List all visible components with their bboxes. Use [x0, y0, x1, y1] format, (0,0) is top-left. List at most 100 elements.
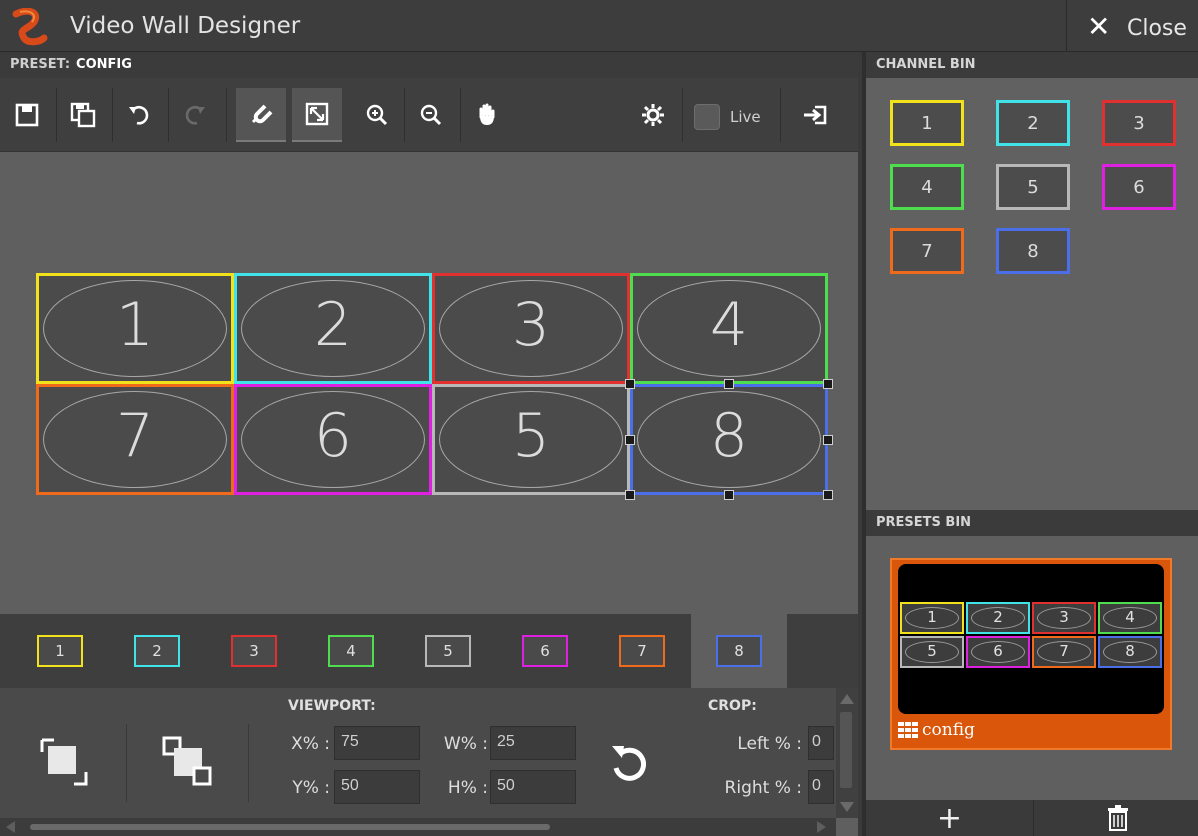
wall-canvas[interactable]: 1 2 3 4 7 6 5 8	[0, 153, 858, 614]
viewport-title: VIEWPORT:	[288, 698, 376, 714]
designer-pane: PRESET: CONFIG Live 1 2 3 4 7 6 5 8 1 2 …	[0, 52, 858, 836]
x-percent-input[interactable]: 75	[334, 726, 420, 760]
wall-screen-1[interactable]: 1	[36, 273, 234, 384]
scroll-thumb[interactable]	[840, 712, 852, 788]
controls-vertical-scrollbar[interactable]	[836, 688, 858, 818]
zoom-out-button[interactable]	[406, 88, 456, 142]
resize-handle[interactable]	[823, 490, 833, 500]
settings-button[interactable]	[628, 88, 678, 142]
channel-tab-label: 5	[425, 635, 471, 667]
mini-number: 7	[1059, 642, 1069, 660]
delete-preset-button[interactable]	[1034, 800, 1198, 836]
resize-handle[interactable]	[724, 379, 734, 389]
horizontal-scrollbar[interactable]	[0, 818, 836, 836]
add-preset-button[interactable]: +	[866, 800, 1034, 836]
channel-tab-6[interactable]: 6	[497, 614, 593, 688]
h-percent-label: H% :	[447, 778, 488, 798]
wall-screen-3[interactable]: 3	[432, 273, 630, 384]
preset-mini-screen-1: 1	[900, 602, 964, 634]
h-percent-input[interactable]: 50	[490, 770, 576, 804]
screen-number: 7	[115, 401, 155, 471]
preset-card-name: config	[922, 720, 975, 740]
channel-tab-8[interactable]: 8	[691, 614, 787, 688]
wall-screen-5[interactable]: 5	[432, 384, 630, 495]
scroll-up-icon[interactable]	[840, 694, 854, 704]
resize-handle[interactable]	[724, 490, 734, 500]
y-percent-input[interactable]: 50	[334, 770, 420, 804]
live-checkbox[interactable]	[694, 104, 720, 130]
wall-screen-6[interactable]: 6	[234, 384, 432, 495]
bring-to-front-icon[interactable]	[34, 732, 94, 792]
magnet-icon	[251, 104, 273, 124]
scroll-down-icon[interactable]	[840, 802, 854, 812]
zoom-in-button[interactable]	[352, 88, 402, 142]
channel-tab-4[interactable]: 4	[303, 614, 399, 688]
live-toggle[interactable]: Live	[694, 102, 761, 132]
pan-button[interactable]	[462, 88, 512, 142]
screen-number: 2	[313, 290, 353, 360]
save-as-icon	[70, 102, 96, 128]
preset-mini-screen-5: 5	[900, 636, 964, 668]
toolbar-divider	[226, 88, 227, 142]
channel-tab-label: 4	[328, 635, 374, 667]
channel-tab-label: 1	[37, 635, 83, 667]
channel-bin-item-2[interactable]: 2	[996, 100, 1070, 146]
preset-card-config[interactable]: 1 2 3 4 5 6 7 8 config	[890, 558, 1172, 750]
wall-screen-7[interactable]: 7	[36, 384, 234, 495]
channel-tab-3[interactable]: 3	[206, 614, 302, 688]
resize-handle[interactable]	[823, 434, 833, 445]
preset-mini-screen-6: 6	[966, 636, 1030, 668]
channel-bin-item-7[interactable]: 7	[890, 228, 964, 274]
toolbar-divider	[460, 88, 461, 142]
channel-bin-item-8[interactable]: 8	[996, 228, 1070, 274]
screen-number: 8	[709, 401, 749, 471]
reset-icon[interactable]	[606, 740, 654, 788]
scroll-right-icon[interactable]	[817, 821, 826, 833]
undo-button[interactable]	[114, 88, 164, 142]
save-icon	[15, 103, 39, 127]
toolbar-divider	[168, 88, 169, 142]
save-button[interactable]	[2, 88, 52, 142]
fit-to-screen-button[interactable]	[292, 88, 342, 142]
controls-divider	[248, 724, 249, 802]
w-percent-input[interactable]: 25	[490, 726, 576, 760]
x-percent-label: X% :	[291, 734, 330, 754]
export-button[interactable]	[790, 88, 840, 142]
wall-screen-2[interactable]: 2	[234, 273, 432, 384]
redo-button[interactable]	[170, 88, 220, 142]
channel-bin-item-4[interactable]: 4	[890, 164, 964, 210]
wall-screen-8[interactable]: 8	[630, 384, 828, 495]
channel-bin-item-6[interactable]: 6	[1102, 164, 1176, 210]
controls-divider	[126, 724, 127, 802]
grid-icon	[898, 722, 918, 738]
video-wall-designer-window: Video Wall Designer ✕ Close PRESET: CONFI…	[0, 0, 1198, 836]
crop-left-input[interactable]: 0	[808, 726, 834, 760]
crop-right-input[interactable]: 0	[808, 770, 834, 804]
mini-number: 3	[1059, 608, 1069, 626]
channel-bin-item-3[interactable]: 3	[1102, 100, 1176, 146]
resize-handle[interactable]	[823, 379, 833, 389]
resize-fit-icon	[305, 102, 329, 126]
screen-number: 3	[511, 290, 551, 360]
mini-number: 4	[1125, 608, 1135, 626]
crop-title: CROP:	[708, 698, 757, 714]
resize-handle[interactable]	[625, 434, 635, 445]
channel-tab-2[interactable]: 2	[109, 614, 205, 688]
preset-mini-screen-7: 7	[1032, 636, 1096, 668]
save-as-button[interactable]	[58, 88, 108, 142]
channel-tab-7[interactable]: 7	[594, 614, 690, 688]
channel-bin-item-1[interactable]: 1	[890, 100, 964, 146]
snap-toggle-button[interactable]	[236, 88, 286, 142]
send-to-back-icon[interactable]	[158, 732, 218, 792]
close-button[interactable]: ✕ Close	[1066, 0, 1198, 52]
channel-bin: CHANNEL BIN 123 456 78	[866, 52, 1198, 510]
channel-bin-item-5[interactable]: 5	[996, 164, 1070, 210]
wall-screen-4[interactable]: 4	[630, 273, 828, 384]
resize-handle[interactable]	[625, 379, 635, 389]
channel-tab-1[interactable]: 1	[12, 614, 108, 688]
channel-tab-5[interactable]: 5	[400, 614, 496, 688]
resize-handle[interactable]	[625, 490, 635, 500]
close-label: Close	[1127, 16, 1187, 41]
scroll-left-icon[interactable]	[6, 821, 15, 833]
horizontal-scroll-thumb[interactable]	[30, 824, 550, 830]
